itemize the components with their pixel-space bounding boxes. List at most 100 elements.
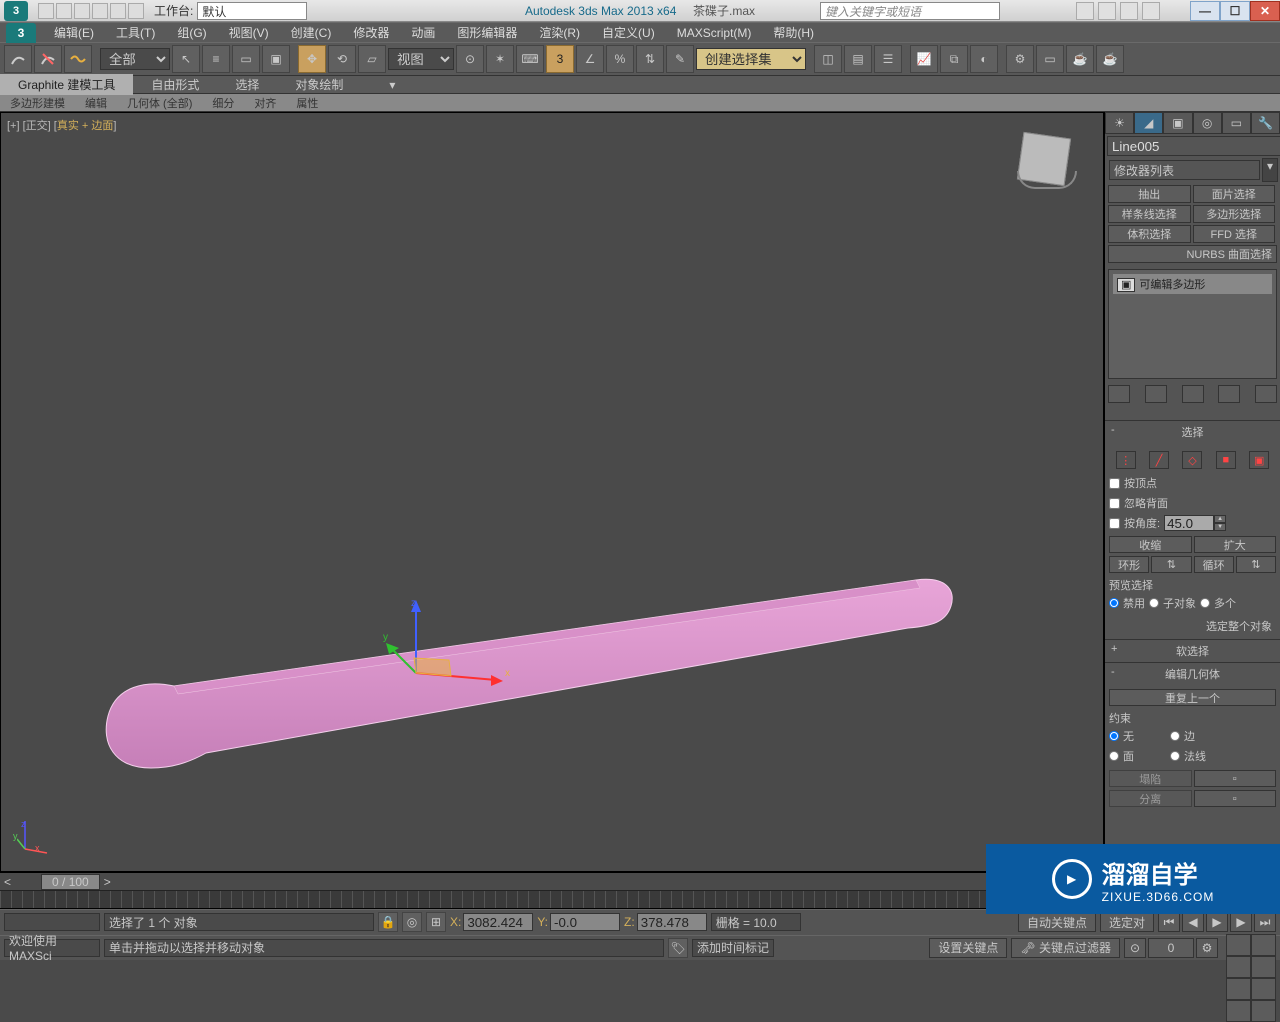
sub-polymodeling[interactable]: 多边形建模 (0, 93, 75, 113)
render-frame-icon[interactable]: ▭ (1036, 45, 1064, 73)
prev-frame-icon[interactable]: ◀ (1182, 912, 1204, 932)
zoom-icon[interactable] (1226, 934, 1251, 956)
menu-customize[interactable]: 自定义(U) (592, 22, 665, 43)
application-button[interactable]: 3 (6, 23, 36, 43)
timeline-end-icon[interactable]: > (104, 875, 111, 889)
x-coord-input[interactable] (463, 913, 533, 931)
display-tab-icon[interactable]: ▭ (1222, 112, 1251, 134)
repeat-last-button[interactable]: 重复上一个 (1109, 689, 1276, 706)
angle-spinner[interactable] (1164, 515, 1214, 531)
loop-spin-icon[interactable]: ⇅ (1236, 556, 1276, 573)
selection-filter-dropdown[interactable]: 全部 (100, 48, 170, 70)
auto-key-button[interactable]: 自动关键点 (1018, 912, 1096, 932)
pin-stack-icon[interactable] (1108, 385, 1130, 403)
edit-named-sel-icon[interactable]: ✎ (666, 45, 694, 73)
render-setup-icon[interactable]: ⚙ (1006, 45, 1034, 73)
modify-tab-icon[interactable]: ◢ (1134, 112, 1163, 134)
sub-edit[interactable]: 编辑 (75, 93, 117, 113)
vertex-level-icon[interactable]: ⋮ (1116, 451, 1136, 469)
collapse-button[interactable]: 塌陷 (1109, 770, 1192, 787)
constraint-face-radio[interactable] (1109, 751, 1119, 761)
edge-level-icon[interactable]: ╱ (1149, 451, 1169, 469)
timeline-start-icon[interactable]: < (4, 875, 11, 889)
qat-undo-icon[interactable] (92, 3, 108, 19)
select-rect-icon[interactable]: ▭ (232, 45, 260, 73)
scene-object[interactable] (96, 568, 956, 778)
object-name-input[interactable] (1107, 136, 1280, 156)
menu-views[interactable]: 视图(V) (219, 22, 279, 43)
constraint-none-radio[interactable] (1109, 731, 1119, 741)
preview-off-radio[interactable] (1109, 598, 1119, 608)
zoom-extents-icon[interactable] (1226, 956, 1251, 978)
time-slider-handle[interactable]: 0 / 100 (41, 874, 100, 890)
isolate-selection-icon[interactable]: ◎ (402, 912, 422, 932)
zoom-all-icon[interactable] (1251, 934, 1276, 956)
selection-rollout-header[interactable]: -选择 (1105, 421, 1280, 443)
current-frame-input[interactable]: 0 (1148, 938, 1194, 958)
time-tag-icon[interactable]: 🏷 (668, 938, 688, 958)
key-filters-button[interactable]: 🗝 关键点过滤器 (1011, 938, 1120, 958)
unlink-icon[interactable] (34, 45, 62, 73)
y-coord-input[interactable] (550, 913, 620, 931)
move-icon[interactable]: ✥ (298, 45, 326, 73)
schematic-view-icon[interactable]: ⧉ (940, 45, 968, 73)
app-icon[interactable]: 3 (4, 1, 28, 21)
maxscript-mini-listener[interactable] (4, 913, 100, 931)
ribbon-expand-icon[interactable]: ▾ (371, 76, 413, 94)
motion-tab-icon[interactable]: ◎ (1193, 112, 1222, 134)
orbit-icon[interactable] (1251, 978, 1276, 1000)
viewcube-ring-icon[interactable] (1017, 171, 1077, 189)
render-production-icon[interactable]: ☕ (1096, 45, 1124, 73)
maximize-button[interactable]: ☐ (1220, 1, 1250, 21)
lock-selection-icon[interactable]: 🔒 (378, 912, 398, 932)
hierarchy-tab-icon[interactable]: ▣ (1163, 112, 1192, 134)
preview-subobj-radio[interactable] (1149, 598, 1159, 608)
configure-sets-icon[interactable] (1255, 385, 1277, 403)
qat-save-icon[interactable] (74, 3, 90, 19)
goto-start-icon[interactable]: ⏮ (1158, 912, 1180, 932)
menu-group[interactable]: 组(G) (167, 22, 216, 43)
ref-coord-dropdown[interactable]: 视图 (388, 48, 454, 70)
stack-item-editable-poly[interactable]: ▣可编辑多边形 (1113, 274, 1272, 294)
pan-icon[interactable] (1226, 978, 1251, 1000)
by-angle-checkbox[interactable] (1109, 518, 1120, 529)
add-time-tag[interactable]: 添加时间标记 (692, 939, 774, 957)
select-by-name-icon[interactable]: ≡ (202, 45, 230, 73)
modifier-list-arrow-icon[interactable]: ▾ (1262, 158, 1278, 182)
mod-btn-ffd-select[interactable]: FFD 选择 (1193, 225, 1276, 243)
loop-button[interactable]: 循环 (1194, 556, 1234, 573)
mod-btn-poly-select[interactable]: 多边形选择 (1193, 205, 1276, 223)
detach-button[interactable]: 分离 (1109, 790, 1192, 807)
by-vertex-checkbox[interactable] (1109, 478, 1120, 489)
qat-redo-icon[interactable] (110, 3, 126, 19)
mod-btn-vol-select[interactable]: 体积选择 (1108, 225, 1191, 243)
detach-set-icon[interactable]: ▫ (1194, 790, 1277, 807)
create-tab-icon[interactable]: ☀ (1105, 112, 1134, 134)
mirror-icon[interactable]: ◫ (814, 45, 842, 73)
close-button[interactable]: ✕ (1250, 1, 1280, 21)
preview-multi-radio[interactable] (1200, 598, 1210, 608)
spinner-up-icon[interactable]: ▲ (1214, 515, 1226, 523)
qat-more-icon[interactable] (128, 3, 144, 19)
viewcube[interactable] (1009, 129, 1079, 199)
selection-lock-toggle-icon[interactable]: ⊞ (426, 912, 446, 932)
spinner-snap-icon[interactable]: ⇅ (636, 45, 664, 73)
next-frame-icon[interactable]: ▶ (1230, 912, 1252, 932)
link-icon[interactable] (4, 45, 32, 73)
soft-selection-header[interactable]: +软选择 (1105, 640, 1280, 662)
mod-btn-extract[interactable]: 抽出 (1108, 185, 1191, 203)
constraint-edge-radio[interactable] (1170, 731, 1180, 741)
ring-button[interactable]: 环形 (1109, 556, 1149, 573)
scale-icon[interactable]: ▱ (358, 45, 386, 73)
utilities-tab-icon[interactable]: 🔧 (1251, 112, 1280, 134)
zoom-extents-all-icon[interactable] (1251, 956, 1276, 978)
menu-tools[interactable]: 工具(T) (106, 22, 165, 43)
qat-new-icon[interactable] (38, 3, 54, 19)
menu-edit[interactable]: 编辑(E) (44, 22, 104, 43)
z-coord-input[interactable] (637, 913, 707, 931)
set-key-button[interactable]: 设置关键点 (929, 938, 1007, 958)
angle-snap-icon[interactable]: ∠ (576, 45, 604, 73)
goto-end-icon[interactable]: ⏭ (1254, 912, 1276, 932)
window-crossing-icon[interactable]: ▣ (262, 45, 290, 73)
grow-button[interactable]: 扩大 (1194, 536, 1277, 553)
